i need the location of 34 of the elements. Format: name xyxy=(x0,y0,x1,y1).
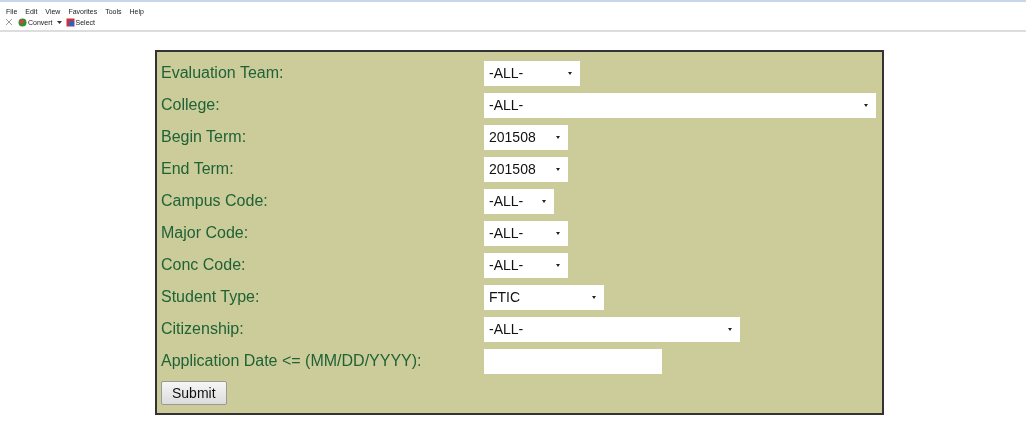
dropdown[interactable]: 201508 xyxy=(484,124,568,150)
dropdown[interactable]: -ALL- xyxy=(484,60,580,86)
submit-button[interactable]: Submit xyxy=(161,381,227,405)
field-label: Campus Code: xyxy=(161,192,269,210)
field-label: End Term: xyxy=(161,160,235,178)
caret-icon[interactable] xyxy=(56,20,62,24)
dropdown[interactable]: -ALL- xyxy=(484,188,554,214)
field-label: Begin Term: xyxy=(161,128,248,146)
date-field[interactable] xyxy=(484,348,662,374)
field-label: College: xyxy=(161,96,221,114)
dropdown[interactable]: -ALL- xyxy=(484,92,876,118)
dropdown[interactable]: -ALL- xyxy=(484,316,740,342)
caret-icon xyxy=(556,263,560,267)
document-icon xyxy=(65,17,75,27)
caret-icon xyxy=(556,135,560,139)
dropdown[interactable]: -ALL- xyxy=(484,252,568,278)
caret-icon xyxy=(542,199,546,203)
globe-icon xyxy=(18,17,27,27)
field-label: Student Type: xyxy=(161,288,261,306)
dropdown[interactable]: FTIC xyxy=(484,284,604,310)
caret-icon xyxy=(592,295,596,299)
field-label: Citizenship: xyxy=(161,320,245,338)
dropdown[interactable]: 201508 xyxy=(484,156,568,182)
field-label: Evaluation Team: xyxy=(161,64,285,82)
dropdown[interactable]: -ALL- xyxy=(484,220,568,246)
caret-icon xyxy=(864,103,868,107)
caret-icon xyxy=(556,231,560,235)
field-label: Major Code: xyxy=(161,224,250,242)
field-label: Application Date <= (MM/DD/YYYY): xyxy=(161,352,423,370)
caret-icon xyxy=(728,327,732,331)
caret-icon xyxy=(556,167,560,171)
field-label: Conc Code: xyxy=(161,256,247,274)
caret-icon xyxy=(568,71,572,75)
close-icon[interactable] xyxy=(6,19,12,25)
